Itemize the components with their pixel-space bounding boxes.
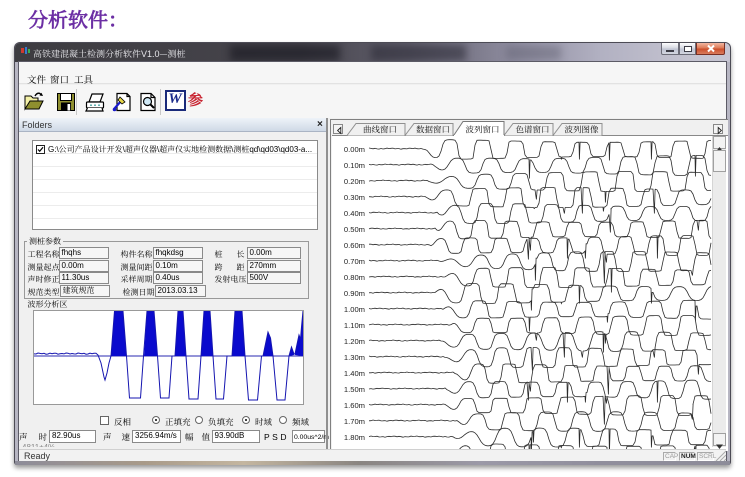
svg-text:0.20m: 0.20m	[343, 177, 364, 186]
svg-text:色谱窗口: 色谱窗口	[515, 124, 549, 136]
svg-text:0.10m: 0.10m	[343, 161, 364, 170]
svg-text:0.50m: 0.50m	[343, 225, 364, 234]
svg-text:0.60m: 0.60m	[343, 241, 364, 250]
svg-text:0.70m: 0.70m	[343, 257, 364, 266]
svg-text:1.80m: 1.80m	[343, 433, 364, 442]
svg-text:数据窗口: 数据窗口	[415, 124, 449, 136]
svg-text:0.90m: 0.90m	[343, 289, 364, 298]
svg-text:波列图像: 波列图像	[564, 124, 599, 136]
svg-text:1.20m: 1.20m	[343, 337, 364, 346]
svg-text:1.00m: 1.00m	[343, 305, 364, 314]
svg-text:1.60m: 1.60m	[343, 401, 364, 410]
svg-text:0.00m: 0.00m	[343, 145, 364, 154]
svg-text:0.40m: 0.40m	[343, 209, 364, 218]
svg-text:波列窗口: 波列窗口	[465, 124, 499, 136]
svg-text:1.10m: 1.10m	[343, 321, 364, 330]
svg-text:1.30m: 1.30m	[343, 353, 364, 362]
svg-text:1.70m: 1.70m	[343, 417, 364, 426]
svg-text:0.30m: 0.30m	[343, 193, 364, 202]
svg-text:曲线窗口: 曲线窗口	[362, 124, 396, 136]
svg-text:1.50m: 1.50m	[343, 385, 364, 394]
svg-text:1.40m: 1.40m	[343, 369, 364, 378]
svg-text:0.80m: 0.80m	[343, 273, 364, 282]
